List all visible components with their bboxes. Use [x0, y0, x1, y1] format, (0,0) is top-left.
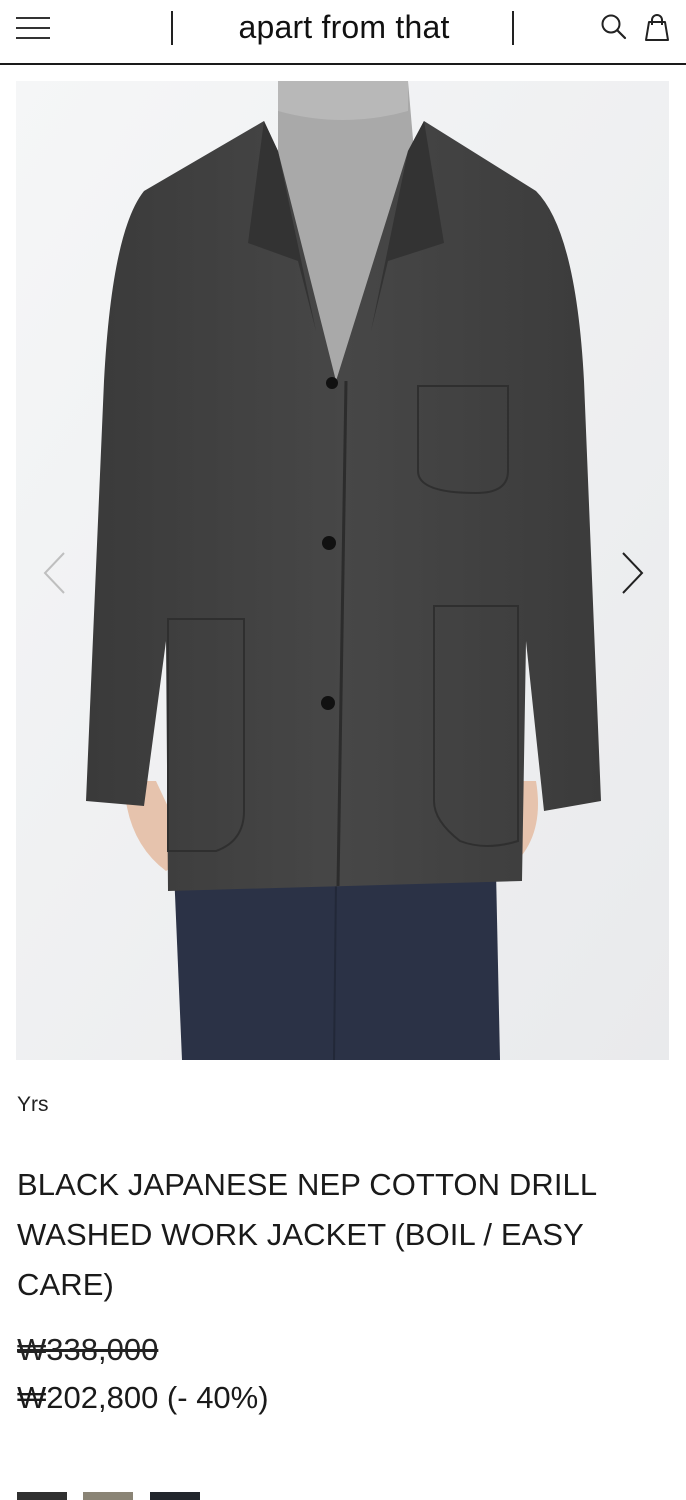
- hamburger-menu-icon[interactable]: [16, 15, 52, 41]
- chevron-left-icon[interactable]: [36, 547, 76, 599]
- site-header: apart from that: [0, 0, 686, 65]
- product-brand[interactable]: Yrs: [17, 1092, 49, 1118]
- product-title: BLACK JAPANESE NEP COTTON DRILL WASHED W…: [17, 1167, 597, 1302]
- shopping-bag-icon[interactable]: [642, 12, 672, 42]
- sale-price: ₩202,800 (- 40%): [17, 1380, 269, 1415]
- color-swatch-taupe[interactable]: [83, 1492, 133, 1500]
- product-photo-jacket: [16, 81, 669, 1060]
- color-swatch-navy[interactable]: [150, 1492, 200, 1500]
- product-image-gallery[interactable]: [16, 81, 669, 1060]
- color-swatch-dark[interactable]: [17, 1492, 67, 1500]
- header-divider-right: [512, 11, 514, 45]
- search-icon[interactable]: [599, 12, 629, 42]
- original-price: ₩338,000: [17, 1332, 159, 1367]
- site-logo[interactable]: apart from that: [176, 6, 512, 48]
- header-divider-left: [171, 11, 173, 45]
- chevron-right-icon[interactable]: [611, 547, 651, 599]
